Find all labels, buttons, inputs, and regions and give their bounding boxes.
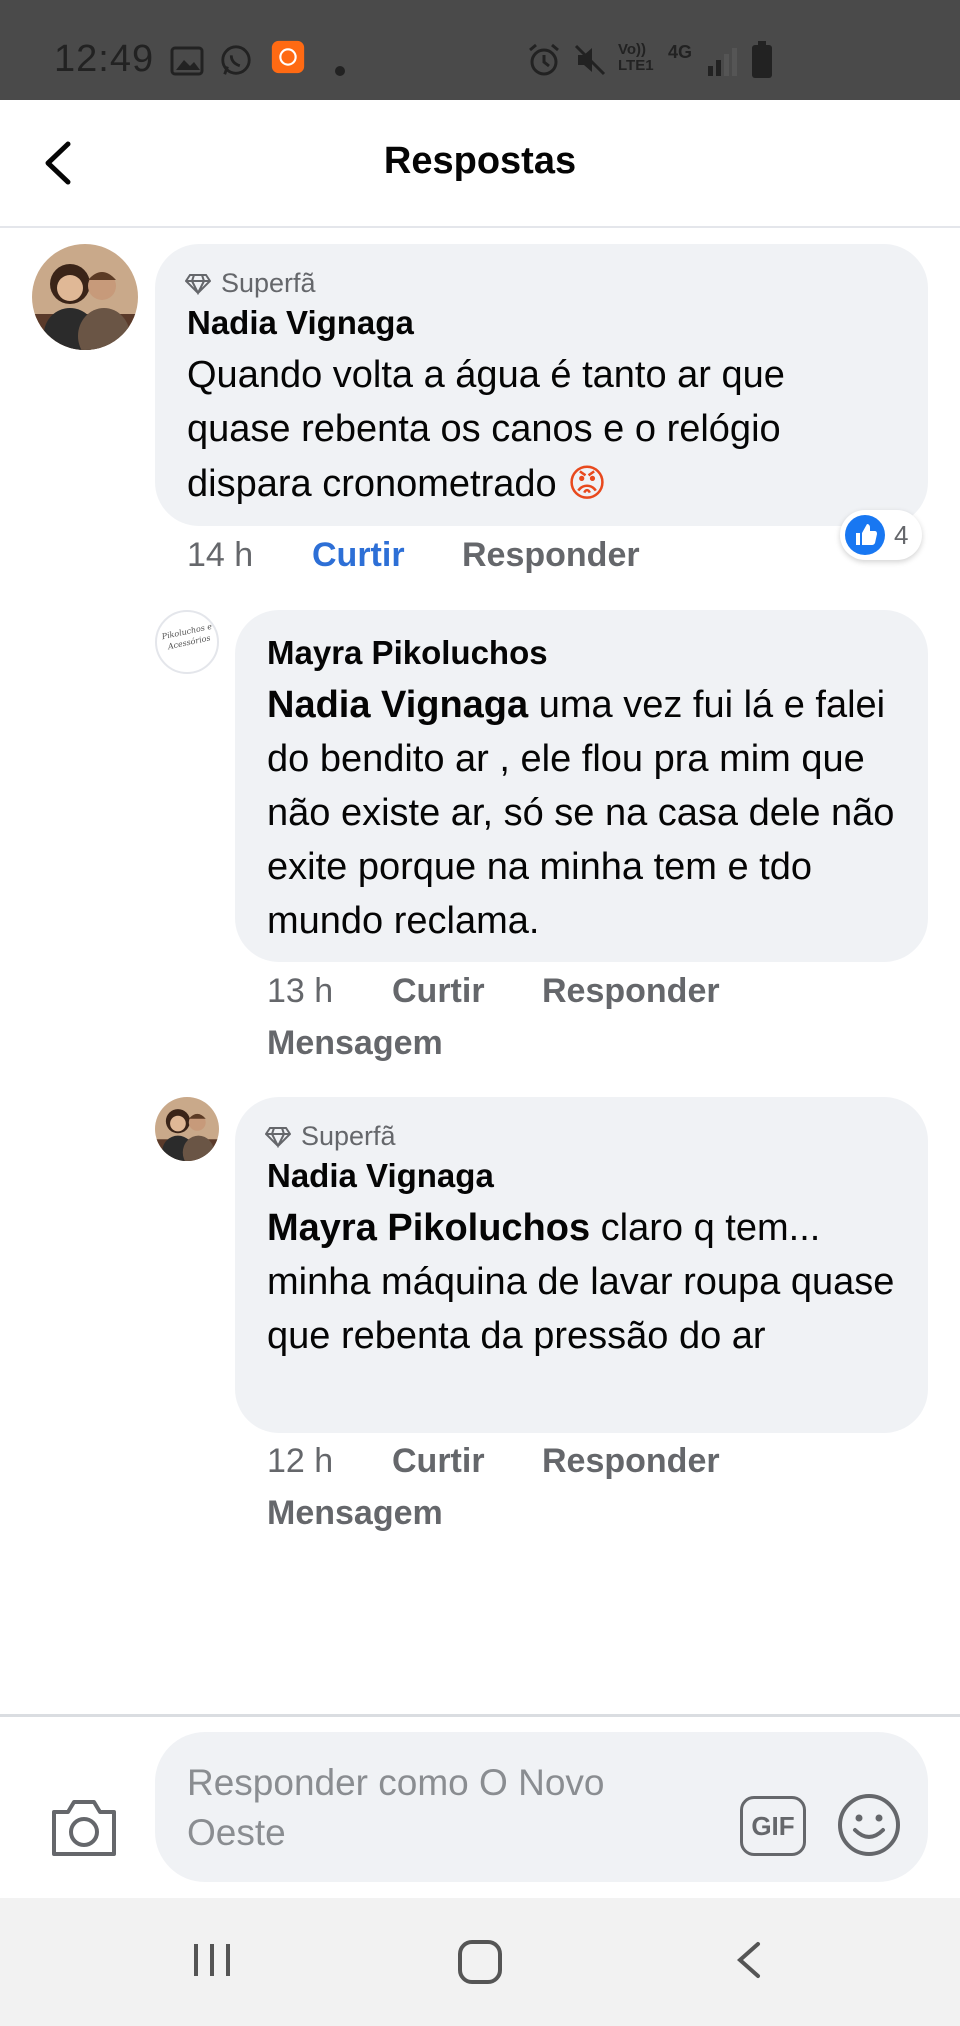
profile-photo <box>155 1097 219 1161</box>
comment-author[interactable]: Nadia Vignaga <box>187 304 414 342</box>
like-button[interactable]: Curtir <box>392 1442 485 1481</box>
diamond-icon <box>185 273 211 295</box>
comment-bubble[interactable]: Superfã Nadia Vignaga Mayra Pikoluchos c… <box>235 1097 928 1433</box>
comment-bubble[interactable]: Mayra Pikoluchos Nadia Vignaga uma vez f… <box>235 610 928 962</box>
reaction-count: 4 <box>894 519 909 550</box>
message-button[interactable]: Mensagem <box>267 1494 443 1533</box>
profile-photo <box>32 244 138 350</box>
like-button[interactable]: Curtir <box>312 536 405 575</box>
replies-sheet: Respostas Superfã Nadia Vignaga Quando v… <box>0 100 960 1898</box>
mute-icon <box>574 44 606 76</box>
comment-bubble[interactable]: Superfã Nadia Vignaga Quando volta a águ… <box>155 244 928 526</box>
whatsapp-icon <box>221 45 251 75</box>
alarm-icon <box>529 43 559 76</box>
reply-button[interactable]: Responder <box>542 1442 720 1481</box>
comment-author[interactable]: Nadia Vignaga <box>267 1157 494 1195</box>
angry-emoji: 😡 <box>567 461 607 505</box>
comment-time: 13 h <box>267 972 334 1010</box>
dot-icon <box>335 66 345 76</box>
system-navigation-bar <box>0 1898 960 2026</box>
reply-button[interactable]: Responder <box>462 536 640 575</box>
like-reaction-icon <box>845 515 885 555</box>
home-icon[interactable] <box>456 1938 504 1986</box>
superfan-badge: Superfã <box>265 1121 396 1152</box>
badge-label: Superfã <box>221 268 316 298</box>
mention-link[interactable]: Nadia Vignaga <box>267 684 528 726</box>
composer-divider <box>0 1714 960 1717</box>
comment-time: 14 h <box>187 536 254 574</box>
reply-input[interactable]: Responder como O Novo Oeste <box>155 1732 928 1882</box>
network-label: 4G <box>668 42 693 62</box>
back-nav-icon[interactable] <box>728 1938 772 1982</box>
badge-label: Superfã <box>301 1121 396 1151</box>
avatar[interactable] <box>32 244 138 350</box>
camera-icon[interactable] <box>48 1796 120 1860</box>
avatar[interactable]: Pikoluchos e Acessórios <box>155 610 219 674</box>
volte-label: Vo)) LTE1 <box>618 41 654 74</box>
comment-time: 12 h <box>267 1442 334 1480</box>
comment-body: Quando volta a água é tanto ar que quase… <box>187 354 785 505</box>
reply-button[interactable]: Responder <box>542 972 720 1011</box>
status-time: 12:49 <box>54 38 155 80</box>
comment-text: Quando volta a água é tanto ar que quase… <box>187 348 887 511</box>
comment-text: Nadia Vignaga uma vez fui lá e falei do … <box>267 678 907 948</box>
reply-input-placeholder: Responder como O Novo Oeste <box>187 1762 605 1853</box>
avatar[interactable] <box>155 1097 219 1161</box>
comment-author[interactable]: Mayra Pikoluchos <box>267 634 548 672</box>
mention-link[interactable]: Mayra Pikoluchos <box>267 1207 590 1249</box>
diamond-icon <box>265 1126 291 1148</box>
avatar-logo-text: Pikoluchos e Acessórios <box>160 621 213 652</box>
app-notification-icon <box>271 40 305 74</box>
like-button[interactable]: Curtir <box>392 972 485 1011</box>
message-button[interactable]: Mensagem <box>267 1024 443 1063</box>
gallery-icon <box>170 46 204 76</box>
page-title: Respostas <box>383 140 577 182</box>
gif-button[interactable]: GIF <box>740 1796 806 1856</box>
emoji-icon[interactable] <box>836 1792 902 1858</box>
status-bar: 12:49 Vo)) LTE1 4G <box>0 0 960 100</box>
comment-text: Mayra Pikoluchos claro q tem... minha má… <box>267 1201 907 1363</box>
battery-icon <box>752 41 772 78</box>
header: Respostas <box>0 100 960 228</box>
recent-apps-icon[interactable] <box>190 1938 234 1982</box>
signal-icon <box>708 48 737 76</box>
reaction-summary[interactable]: 4 <box>840 510 922 560</box>
superfan-badge: Superfã <box>185 268 316 299</box>
